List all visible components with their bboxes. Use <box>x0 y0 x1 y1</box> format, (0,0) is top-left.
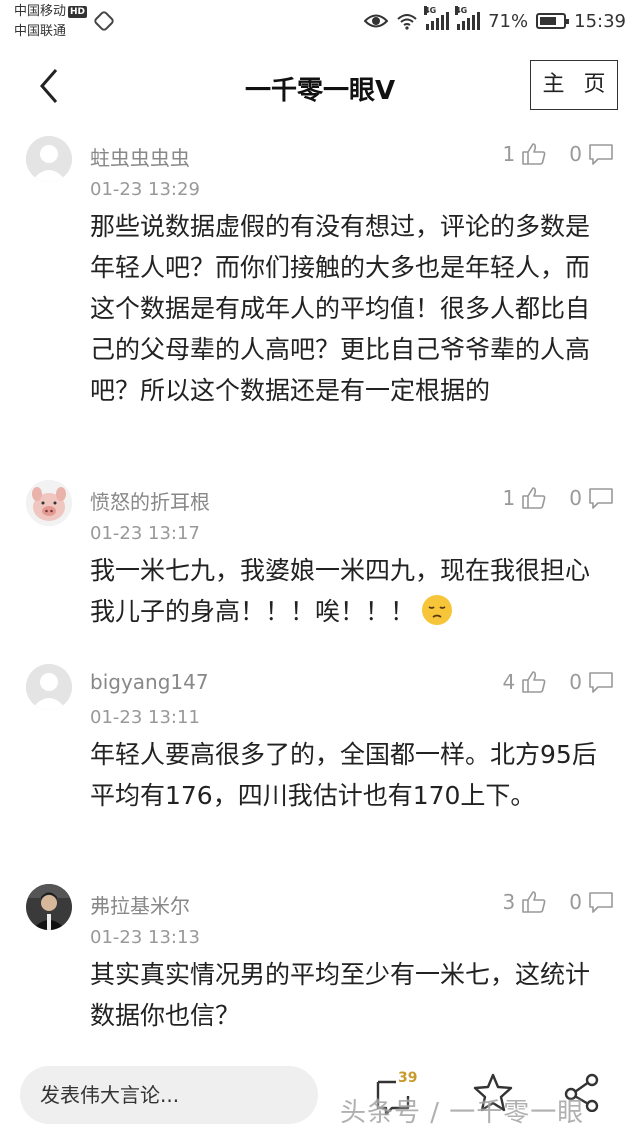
nfc-icon <box>92 9 116 33</box>
comment-count-badge: 39 <box>398 1070 418 1086</box>
comment-text-body: 我一米七九，我婆娘一米四九，现在我很担心我儿子的身高！！！唉！！！ <box>90 556 591 626</box>
pig-avatar-icon <box>26 480 72 526</box>
battery-percent: 71% <box>488 10 529 32</box>
like-count: 4 <box>502 670 516 694</box>
comment-text: 其实真实情况男的平均至少有一米七，这统计数据你也信？ <box>90 960 591 1030</box>
comment-text: 我一米七九，我婆娘一米四九，现在我很担心我儿子的身高！！！唉！！！ <box>90 550 610 638</box>
home-button[interactable]: 主 页 <box>530 60 618 110</box>
reply-count: 0 <box>569 486 582 510</box>
carrier-1-label: 中国移动 <box>14 4 67 19</box>
thumbs-up-icon <box>522 891 546 913</box>
reply-count: 0 <box>569 670 582 694</box>
comment-username[interactable]: bigyang147 <box>90 670 209 694</box>
like-count: 3 <box>502 890 516 914</box>
clock: 15:39 <box>574 10 626 32</box>
carrier-1: 中国移动 HD <box>14 4 88 19</box>
comment-actions: 1 0 <box>503 486 614 510</box>
thumbs-up-icon <box>522 143 546 165</box>
avatar[interactable] <box>26 884 72 930</box>
eye-icon <box>364 12 389 30</box>
battery-fill <box>540 17 556 25</box>
nav-bar: 一千零一眼V 主 页 <box>0 50 640 122</box>
carrier-2: 中国联通 <box>14 24 67 39</box>
comment-username[interactable]: 蛀虫虫虫虫 <box>90 142 190 171</box>
chat-bubble-icon <box>589 144 613 165</box>
chat-bubble-icon <box>589 488 613 509</box>
avatar[interactable] <box>26 664 72 710</box>
like-button[interactable]: 1 <box>503 486 548 510</box>
comment-time: 01-23 13:13 <box>90 927 200 948</box>
comment-text: 那些说数据虚假的有没有想过，评论的多数是年轻人吧？而你们接触的大多也是年轻人，而… <box>90 212 591 405</box>
comment-actions: 4 0 <box>503 670 614 694</box>
pensive-face-emoji-icon <box>421 594 453 638</box>
avatar[interactable] <box>26 136 72 182</box>
comment-input[interactable]: 发表伟大言论... <box>20 1066 318 1124</box>
wifi-icon <box>396 12 418 30</box>
battery-icon <box>536 13 570 29</box>
status-bar: 中国移动 HD 中国联通 4G 4G 71% 15:39 <box>0 0 640 44</box>
comment-actions: 3 0 <box>503 890 614 914</box>
signal-2-icon: 4G <box>455 6 481 30</box>
like-button[interactable]: 4 <box>503 670 548 694</box>
reply-button[interactable]: 0 <box>569 486 614 510</box>
status-icons: 4G 4G 71% 15:39 <box>364 6 626 34</box>
comment-text: 年轻人要高很多了的，全国都一样。北方95后平均有176，四川我估计也有170上下… <box>90 740 597 810</box>
comment-actions: 1 0 <box>503 142 614 166</box>
reply-button[interactable]: 0 <box>569 670 614 694</box>
chat-bubble-icon <box>589 892 613 913</box>
comment-username[interactable]: 弗拉基米尔 <box>90 890 190 919</box>
network-type-2: 4G <box>455 6 468 15</box>
thumbs-up-icon <box>522 671 546 693</box>
like-button[interactable]: 3 <box>503 890 548 914</box>
reply-button[interactable]: 0 <box>569 142 614 166</box>
default-avatar-icon <box>26 664 72 710</box>
default-avatar-icon <box>26 136 72 182</box>
network-type-1: 4G <box>424 6 437 15</box>
comment-time: 01-23 13:29 <box>90 179 200 200</box>
comment-time: 01-23 13:11 <box>90 707 200 728</box>
hd-badge: HD <box>68 6 88 18</box>
signal-1-icon: 4G <box>424 6 450 30</box>
watermark: 头条号 / 一千零一眼 <box>340 1098 585 1128</box>
comment-username[interactable]: 愤怒的折耳根 <box>90 486 210 515</box>
like-count: 1 <box>502 486 516 510</box>
chat-bubble-icon <box>589 672 613 693</box>
reply-count: 0 <box>569 142 582 166</box>
person-avatar-icon <box>26 884 72 930</box>
thumbs-up-icon <box>522 487 546 509</box>
reply-count: 0 <box>569 890 582 914</box>
like-button[interactable]: 1 <box>503 142 548 166</box>
comment-time: 01-23 13:17 <box>90 523 200 544</box>
avatar[interactable] <box>26 480 72 526</box>
like-count: 1 <box>502 142 516 166</box>
reply-button[interactable]: 0 <box>569 890 614 914</box>
